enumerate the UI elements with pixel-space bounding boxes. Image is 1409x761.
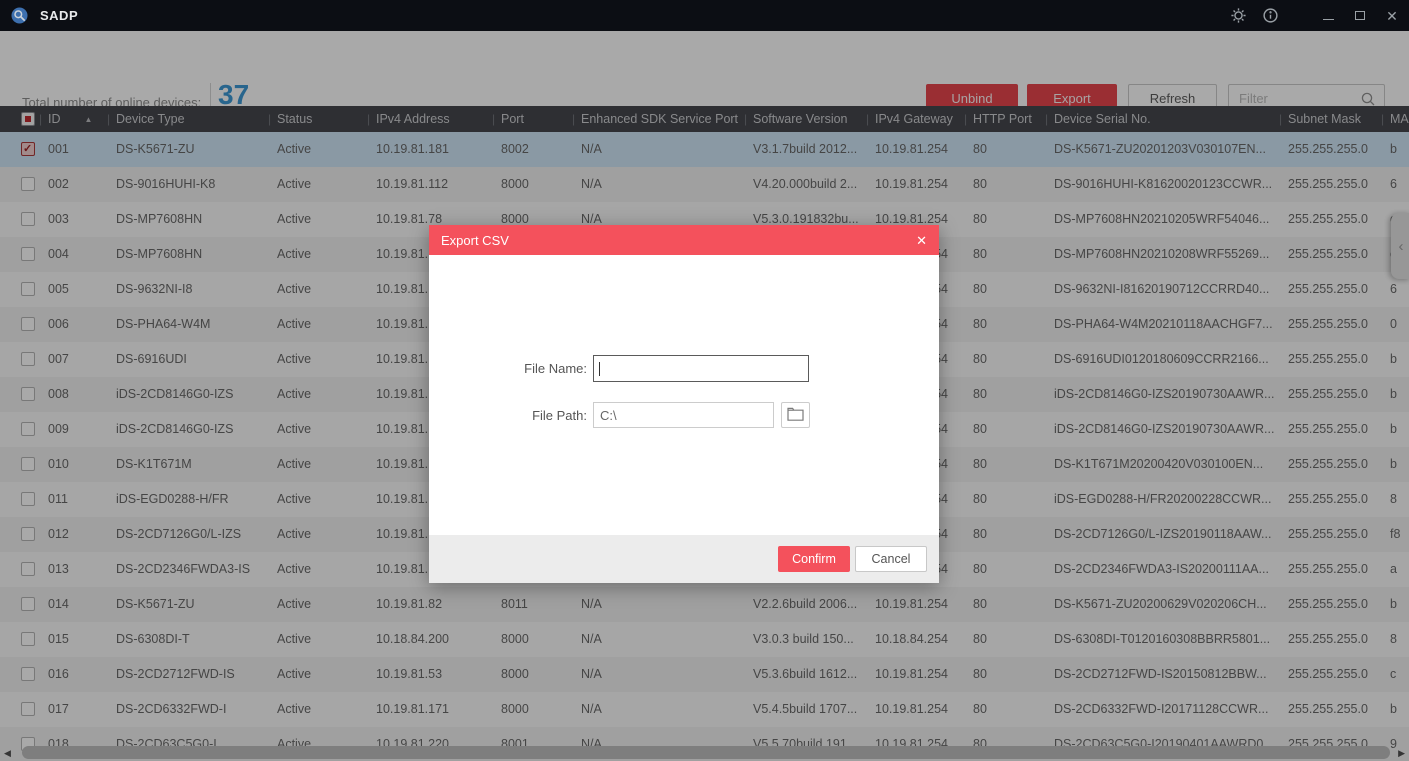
settings-gear-icon[interactable] (1229, 7, 1247, 25)
file-path-input[interactable]: C:\ (593, 402, 774, 428)
app-title: SADP (40, 8, 78, 23)
browse-folder-button[interactable] (781, 402, 810, 428)
file-name-row: File Name: (429, 355, 809, 382)
close-button[interactable]: ✕ (1383, 7, 1401, 25)
dialog-title: Export CSV (441, 233, 509, 248)
file-path-row: File Path: C:\ (429, 402, 810, 428)
title-bar: SADP ✕ (0, 0, 1409, 31)
confirm-button[interactable]: Confirm (778, 546, 850, 572)
minimize-button[interactable] (1319, 7, 1337, 25)
dialog-footer: Confirm Cancel (429, 535, 939, 583)
dialog-close-icon[interactable]: ✕ (916, 234, 927, 247)
cancel-button[interactable]: Cancel (855, 546, 927, 572)
file-path-label: File Path: (429, 408, 587, 423)
export-csv-dialog: Export CSV ✕ File Name: File Path: C:\ C… (429, 225, 939, 583)
info-icon[interactable] (1261, 7, 1279, 25)
file-name-input[interactable] (593, 355, 809, 382)
titlebar-controls: ✕ (1229, 0, 1401, 31)
file-name-label: File Name: (429, 361, 587, 376)
sadp-logo-icon (10, 7, 28, 25)
text-cursor (599, 362, 600, 376)
file-path-value: C:\ (600, 408, 617, 423)
maximize-button[interactable] (1351, 7, 1369, 25)
folder-icon (787, 407, 804, 424)
sadp-window: SADP ✕ Total number of online devices: 3… (0, 0, 1409, 761)
dialog-header[interactable]: Export CSV ✕ (429, 225, 939, 255)
